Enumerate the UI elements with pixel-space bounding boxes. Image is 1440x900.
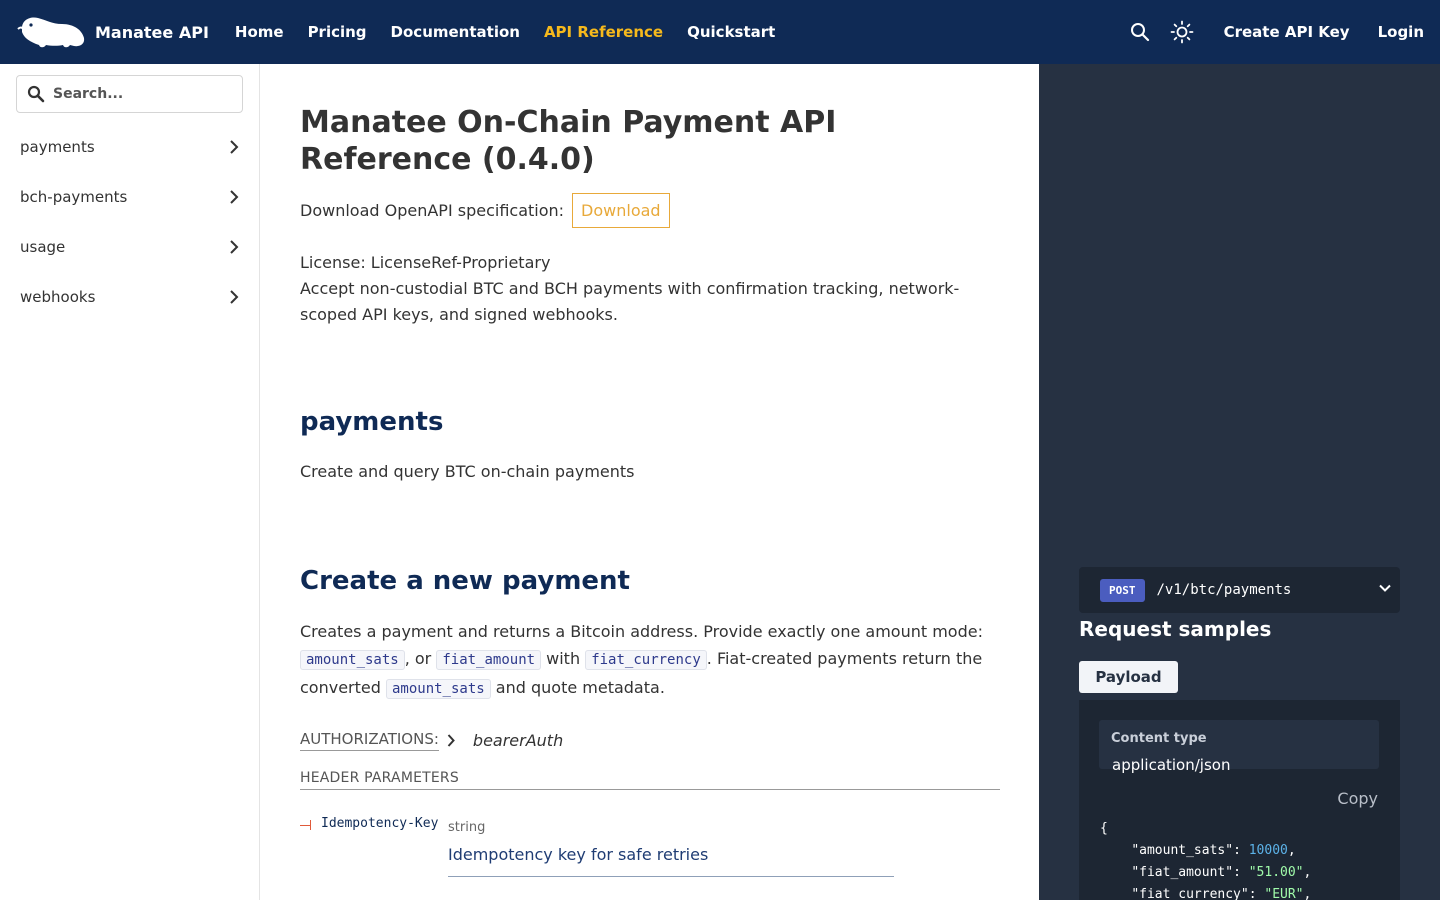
code-fiat-amount: fiat_amount: [436, 650, 542, 670]
sidebar-search[interactable]: [16, 75, 243, 113]
nav-actions: Create API Key Login: [1126, 0, 1440, 64]
brand-link[interactable]: Manatee API: [16, 14, 209, 50]
sidebar-item-usage[interactable]: usage: [0, 222, 259, 272]
search-input[interactable]: [53, 86, 223, 102]
manatee-logo-icon: [17, 17, 85, 48]
login-link[interactable]: Login: [1364, 23, 1440, 41]
json-line: "fiat_amount": "51.00",: [1131, 865, 1312, 880]
top-navbar: Manatee API Home Pricing Documentation A…: [0, 0, 1440, 64]
code-fiat-currency: fiat_currency: [585, 650, 707, 670]
chevron-down-icon: [1379, 584, 1391, 592]
op-desc-text: with: [541, 649, 586, 668]
api-docs-content: Manatee On-Chain Payment API Reference (…: [300, 64, 1000, 900]
sidebar-item-payments[interactable]: payments: [0, 122, 259, 172]
copy-button[interactable]: Copy: [1337, 789, 1378, 808]
parameter-row: Idempotency-Key string Idempotency key f…: [300, 816, 1000, 886]
auth-scheme: bearerAuth: [472, 731, 564, 750]
chevron-right-icon: [230, 140, 239, 154]
param-tree-tick: [310, 820, 311, 830]
json-value: 10000: [1248, 843, 1288, 858]
section-title: payments: [300, 407, 444, 437]
nav-documentation[interactable]: Documentation: [379, 23, 532, 41]
download-spec-row: Download OpenAPI specification: Download: [300, 193, 670, 228]
code-amount-sats: amount_sats: [300, 650, 405, 670]
op-desc-text: , or: [404, 649, 437, 668]
chevron-right-icon: [230, 240, 239, 254]
json-line: "fiat_currency": "EUR",: [1131, 887, 1312, 900]
json-key: "fiat_currency": [1131, 887, 1249, 900]
json-value: "51.00": [1248, 865, 1304, 880]
json-key: "fiat_amount": [1131, 865, 1234, 880]
tab-payload[interactable]: Payload: [1079, 661, 1178, 693]
sidebar-item-label: webhooks: [20, 288, 96, 306]
sidebar-item-label: payments: [20, 138, 95, 156]
sample-box: Content type application/json Copy { "am…: [1079, 700, 1400, 900]
license-text: License: LicenseRef-Proprietary: [300, 253, 551, 272]
search-icon[interactable]: [1126, 18, 1154, 46]
op-desc-text: Creates a payment and returns a Bitcoin …: [300, 622, 983, 641]
nav-quickstart[interactable]: Quickstart: [675, 23, 787, 41]
operation-description: Creates a payment and returns a Bitcoin …: [300, 618, 1000, 703]
json-value: "EUR": [1264, 887, 1304, 900]
chevron-right-icon: [230, 290, 239, 304]
request-samples-title: Request samples: [1079, 617, 1272, 641]
json-brace: {: [1100, 821, 1108, 836]
authorizations-toggle[interactable]: AUTHORIZATIONS:: [300, 730, 439, 751]
code-amount-sats: amount_sats: [385, 679, 491, 699]
endpoint-selector[interactable]: POST /v1/btc/payments: [1079, 567, 1400, 613]
sidebar: payments bch-payments usage webhooks: [0, 64, 260, 900]
param-name: Idempotency-Key: [321, 816, 439, 831]
sidebar-item-label: usage: [20, 238, 66, 256]
json-line: {: [1100, 818, 1311, 840]
nav-home[interactable]: Home: [223, 23, 296, 41]
content-type-label: Content type: [1111, 731, 1207, 746]
api-description: Accept non-custodial BTC and BCH payment…: [300, 279, 960, 324]
param-tree-line: [300, 825, 310, 826]
json-key: "amount_sats": [1131, 843, 1234, 858]
json-line: "amount_sats": 10000,: [1131, 843, 1296, 858]
sidebar-menu: payments bch-payments usage webhooks: [0, 122, 259, 322]
brand-name: Manatee API: [95, 22, 209, 42]
nav-pricing[interactable]: Pricing: [296, 23, 379, 41]
create-api-key-link[interactable]: Create API Key: [1210, 23, 1364, 41]
content-type-value: application/json: [1112, 756, 1231, 774]
operation-title: Create a new payment: [300, 566, 630, 596]
download-button[interactable]: Download: [572, 193, 670, 228]
authorizations-row: AUTHORIZATIONS: bearerAuth: [300, 730, 563, 751]
chevron-right-icon: [230, 190, 239, 204]
page-title: Manatee On-Chain Payment API Reference (…: [300, 105, 837, 177]
main-nav: Home Pricing Documentation API Reference…: [223, 23, 787, 41]
request-samples-panel: POST /v1/btc/payments Request samples Pa…: [1039, 64, 1440, 900]
json-sample: { "amount_sats": 10000, "fiat_amount": "…: [1100, 818, 1311, 900]
content-type-select[interactable]: Content type application/json: [1099, 720, 1379, 774]
search-icon: [27, 85, 45, 103]
header-parameters-heading: HEADER PARAMETERS: [300, 770, 1000, 790]
download-prefix: Download OpenAPI specification:: [300, 201, 565, 220]
http-method-badge: POST: [1100, 578, 1145, 602]
sidebar-item-webhooks[interactable]: webhooks: [0, 272, 259, 322]
op-desc-text: and quote metadata.: [490, 678, 665, 697]
param-type: string: [448, 820, 486, 835]
sun-icon[interactable]: [1168, 18, 1196, 46]
param-description: Idempotency key for safe retries: [448, 845, 894, 877]
chevron-right-icon[interactable]: [447, 734, 455, 747]
section-description: Create and query BTC on-chain payments: [300, 462, 635, 481]
sidebar-item-label: bch-payments: [20, 188, 128, 206]
nav-api-reference[interactable]: API Reference: [532, 23, 675, 41]
sidebar-item-bch-payments[interactable]: bch-payments: [0, 172, 259, 222]
endpoint-path: /v1/btc/payments: [1156, 582, 1292, 598]
